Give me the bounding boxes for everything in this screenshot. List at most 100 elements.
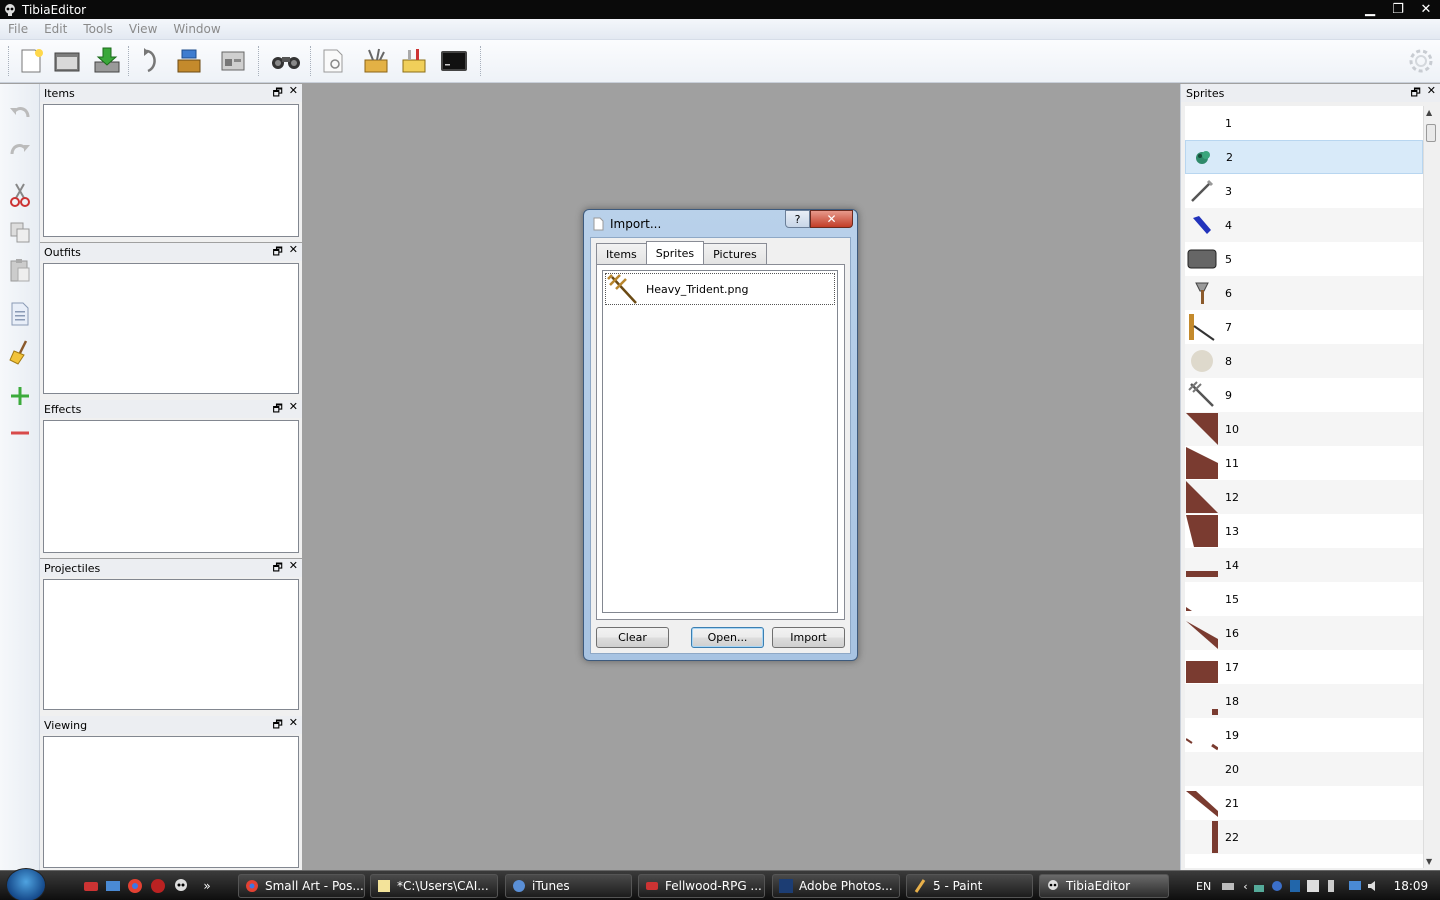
outfits-list[interactable] bbox=[43, 263, 299, 394]
items-list[interactable] bbox=[43, 104, 299, 237]
menu-tools[interactable]: Tools bbox=[75, 22, 121, 36]
properties-icon[interactable] bbox=[216, 44, 250, 78]
sprite-row[interactable]: 15 bbox=[1185, 582, 1423, 616]
sprite-row[interactable]: 16 bbox=[1185, 616, 1423, 650]
sprite-list[interactable]: 1 2 3 4 5 6 7 8 9 10 11 12 13 14 15 16 1… bbox=[1185, 106, 1423, 868]
close-icon[interactable]: ✕ bbox=[289, 716, 298, 735]
new-file-icon[interactable] bbox=[14, 44, 48, 78]
page-search-icon[interactable] bbox=[316, 44, 350, 78]
quicklaunch-skull-icon[interactable] bbox=[172, 877, 190, 895]
update-icon[interactable] bbox=[1270, 879, 1284, 893]
remove-icon[interactable] bbox=[4, 417, 36, 449]
task-paint[interactable]: 5 - Paint bbox=[906, 874, 1033, 898]
undo-icon[interactable] bbox=[4, 98, 36, 130]
cut-icon[interactable] bbox=[4, 179, 36, 211]
tab-pictures[interactable]: Pictures bbox=[703, 243, 767, 264]
close-window-button[interactable]: ✕ bbox=[1412, 0, 1440, 19]
sprite-row[interactable]: 13 bbox=[1185, 514, 1423, 548]
close-icon[interactable]: ✕ bbox=[289, 243, 298, 262]
sprite-row[interactable]: 6 bbox=[1185, 276, 1423, 310]
paste-icon[interactable] bbox=[4, 254, 36, 286]
sprite-row[interactable]: 14 bbox=[1185, 548, 1423, 582]
sprite-row[interactable]: 4 bbox=[1185, 208, 1423, 242]
binoculars-icon[interactable] bbox=[269, 44, 303, 78]
undo-arrow-icon[interactable] bbox=[134, 44, 168, 78]
compile-download-icon[interactable] bbox=[90, 44, 124, 78]
float-icon[interactable]: 🗗 bbox=[272, 716, 282, 735]
quicklaunch-overflow-icon[interactable]: » bbox=[198, 877, 216, 895]
sprite-row[interactable]: 5 bbox=[1185, 242, 1423, 276]
restore-button[interactable]: ❐ bbox=[1384, 0, 1412, 19]
app-tray-icon[interactable] bbox=[1288, 879, 1302, 893]
float-icon[interactable]: 🗗 bbox=[1410, 84, 1420, 103]
copy-icon[interactable] bbox=[4, 216, 36, 248]
float-icon[interactable]: 🗗 bbox=[272, 84, 282, 103]
sprite-row[interactable]: 18 bbox=[1185, 684, 1423, 718]
start-button[interactable] bbox=[6, 868, 46, 900]
minimize-button[interactable]: ▁ bbox=[1356, 0, 1384, 19]
task-photoshop[interactable]: Adobe Photos... bbox=[772, 874, 900, 898]
item-editor-icon[interactable] bbox=[359, 44, 393, 78]
task-chrome[interactable]: Small Art - Pos... bbox=[238, 874, 365, 898]
quicklaunch-chrome-icon[interactable] bbox=[126, 877, 144, 895]
import-export-icon[interactable] bbox=[172, 44, 206, 78]
language-indicator[interactable]: EN bbox=[1196, 880, 1211, 893]
close-icon[interactable]: ✕ bbox=[289, 559, 298, 578]
sprite-row[interactable]: 10 bbox=[1185, 412, 1423, 446]
tab-items[interactable]: Items bbox=[596, 243, 647, 264]
float-icon[interactable]: 🗗 bbox=[272, 400, 282, 419]
quicklaunch-game-icon[interactable] bbox=[82, 877, 100, 895]
sprite-row[interactable]: 22 bbox=[1185, 820, 1423, 854]
sprite-row[interactable]: 20 bbox=[1185, 752, 1423, 786]
clock[interactable]: 18:09 bbox=[1394, 879, 1429, 893]
volume-icon[interactable] bbox=[1366, 879, 1380, 893]
menu-file[interactable]: File bbox=[0, 22, 36, 36]
task-tibiaeditor[interactable]: TibiaEditor bbox=[1039, 874, 1169, 898]
console-icon[interactable] bbox=[437, 44, 471, 78]
sprite-row[interactable]: 9 bbox=[1185, 378, 1423, 412]
help-button[interactable]: ? bbox=[785, 210, 810, 228]
sprite-row[interactable]: 7 bbox=[1185, 310, 1423, 344]
usb-icon[interactable] bbox=[1324, 879, 1338, 893]
sprite-row[interactable]: 21 bbox=[1185, 786, 1423, 820]
effects-list[interactable] bbox=[43, 420, 299, 553]
projectiles-list[interactable] bbox=[43, 579, 299, 710]
add-icon[interactable] bbox=[4, 380, 36, 412]
network-icon[interactable] bbox=[1252, 879, 1266, 893]
sprite-scrollbar[interactable]: ▲ ▼ bbox=[1423, 106, 1437, 868]
sprite-row[interactable]: 11 bbox=[1185, 446, 1423, 480]
sprite-row-selected[interactable]: 2 bbox=[1185, 140, 1423, 174]
import-button[interactable]: Import bbox=[772, 627, 845, 648]
viewing-area[interactable] bbox=[43, 736, 299, 868]
tab-sprites[interactable]: Sprites bbox=[645, 241, 705, 264]
task-notepad[interactable]: *C:\Users\CAI... bbox=[370, 874, 498, 898]
scroll-up-icon[interactable]: ▲ bbox=[1426, 108, 1432, 117]
file-list[interactable]: Heavy_Trident.png bbox=[602, 270, 838, 613]
scroll-down-icon[interactable]: ▼ bbox=[1426, 857, 1432, 866]
document-icon[interactable] bbox=[4, 298, 36, 330]
dialog-close-button[interactable]: ✕ bbox=[810, 210, 853, 228]
redo-icon[interactable] bbox=[4, 135, 36, 167]
tray-expand-icon[interactable]: ‹ bbox=[1243, 880, 1247, 893]
clear-button[interactable]: Clear bbox=[596, 627, 669, 648]
open-button[interactable]: Open... bbox=[691, 627, 764, 648]
task-fellwood[interactable]: Fellwood-RPG ... bbox=[638, 874, 765, 898]
monitor-icon[interactable] bbox=[1348, 879, 1362, 893]
quicklaunch-app-icon[interactable] bbox=[149, 877, 167, 895]
menu-view[interactable]: View bbox=[121, 22, 165, 36]
broom-icon[interactable] bbox=[4, 336, 36, 368]
quicklaunch-desktop-icon[interactable] bbox=[104, 877, 122, 895]
float-icon[interactable]: 🗗 bbox=[272, 559, 282, 578]
list-item[interactable]: Heavy_Trident.png bbox=[605, 273, 835, 305]
settings-gear-icon[interactable] bbox=[1404, 44, 1438, 78]
menu-edit[interactable]: Edit bbox=[36, 22, 75, 36]
sprite-row[interactable]: 1 bbox=[1185, 106, 1423, 140]
sprite-row[interactable]: 8 bbox=[1185, 344, 1423, 378]
menu-window[interactable]: Window bbox=[165, 22, 228, 36]
sprite-editor-icon[interactable] bbox=[397, 44, 431, 78]
scroll-thumb[interactable] bbox=[1426, 124, 1436, 142]
open-folder-icon[interactable] bbox=[50, 44, 84, 78]
close-icon[interactable]: ✕ bbox=[1427, 84, 1436, 103]
sprite-row[interactable]: 17 bbox=[1185, 650, 1423, 684]
float-icon[interactable]: 🗗 bbox=[272, 243, 282, 262]
